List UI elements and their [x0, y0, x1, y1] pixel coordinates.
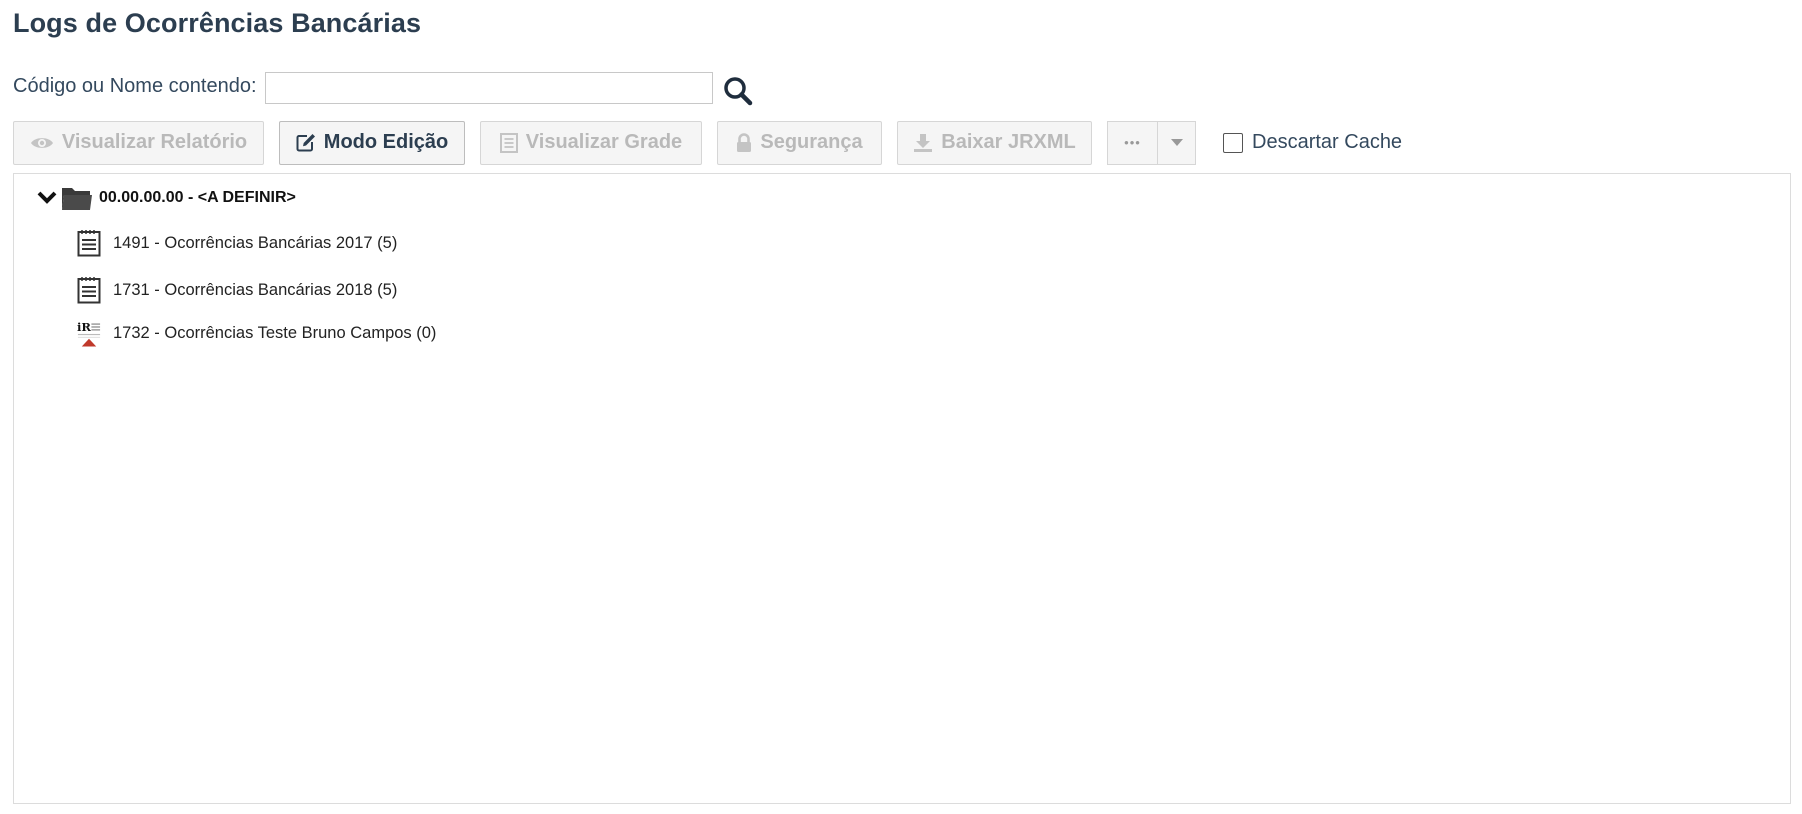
ireport-icon: iR — [76, 319, 102, 347]
view-report-button[interactable]: Visualizar Relatório — [13, 120, 264, 165]
tree-root-node[interactable]: 00.00.00.00 - <A DEFINIR> — [36, 184, 296, 212]
search-label: Código ou Nome contendo: — [13, 74, 257, 97]
list-icon — [499, 132, 518, 153]
search-bar: Código ou Nome contendo: — [13, 68, 755, 108]
tree-item-label: 1732 - Ocorrências Teste Bruno Campos (0… — [113, 323, 437, 342]
eye-icon — [30, 135, 54, 151]
view-grid-label: Visualizar Grade — [525, 131, 683, 153]
search-input[interactable] — [264, 72, 713, 104]
tree-item-label: 1491 - Ocorrências Bancárias 2017 (5) — [113, 233, 398, 252]
search-icon — [723, 76, 753, 106]
tree-item[interactable]: iR 1732 - Ocorrências Teste Bruno Campos… — [76, 318, 436, 348]
discard-cache-checkbox[interactable] — [1223, 132, 1243, 153]
view-grid-button[interactable]: Visualizar Grade — [480, 120, 702, 165]
page-title: Logs de Ocorrências Bancárias — [13, 8, 422, 38]
security-label: Segurança — [760, 131, 863, 153]
more-actions-split-button: ••• — [1107, 120, 1196, 165]
security-button[interactable]: Segurança — [717, 120, 882, 165]
discard-cache-label: Descartar Cache — [1252, 131, 1403, 153]
svg-text:iR: iR — [77, 320, 91, 334]
search-button[interactable] — [721, 74, 755, 108]
tree-item[interactable]: 1491 - Ocorrências Bancárias 2017 (5) — [76, 228, 397, 258]
folder-open-icon — [61, 185, 93, 211]
tree-root-label: 00.00.00.00 - <A DEFINIR> — [99, 189, 296, 206]
caret-down-icon — [1170, 138, 1183, 147]
download-icon — [913, 133, 933, 153]
download-jrxml-label: Baixar JRXML — [941, 131, 1076, 153]
toolbar: Visualizar Relatório Modo Edição Visuali… — [13, 120, 1402, 165]
more-actions-button[interactable]: ••• — [1107, 120, 1158, 165]
more-icon: ••• — [1124, 135, 1141, 150]
download-jrxml-button[interactable]: Baixar JRXML — [897, 120, 1092, 165]
tree-item-label: 1731 - Ocorrências Bancárias 2018 (5) — [113, 280, 398, 299]
edit-mode-button[interactable]: Modo Edição — [279, 120, 465, 165]
tree-item[interactable]: 1731 - Ocorrências Bancárias 2018 (5) — [76, 275, 397, 305]
report-list-icon — [76, 276, 102, 304]
view-report-label: Visualizar Relatório — [61, 131, 248, 153]
more-actions-dropdown[interactable] — [1158, 120, 1196, 165]
report-list-icon — [76, 229, 102, 257]
discard-cache-option[interactable]: Descartar Cache — [1223, 131, 1402, 154]
lock-icon — [736, 132, 752, 153]
edit-icon — [296, 133, 316, 152]
report-tree: 00.00.00.00 - <A DEFINIR> 1491 - Ocorrên… — [13, 173, 1791, 804]
chevron-down-icon[interactable] — [36, 187, 58, 209]
edit-mode-label: Modo Edição — [323, 131, 449, 153]
